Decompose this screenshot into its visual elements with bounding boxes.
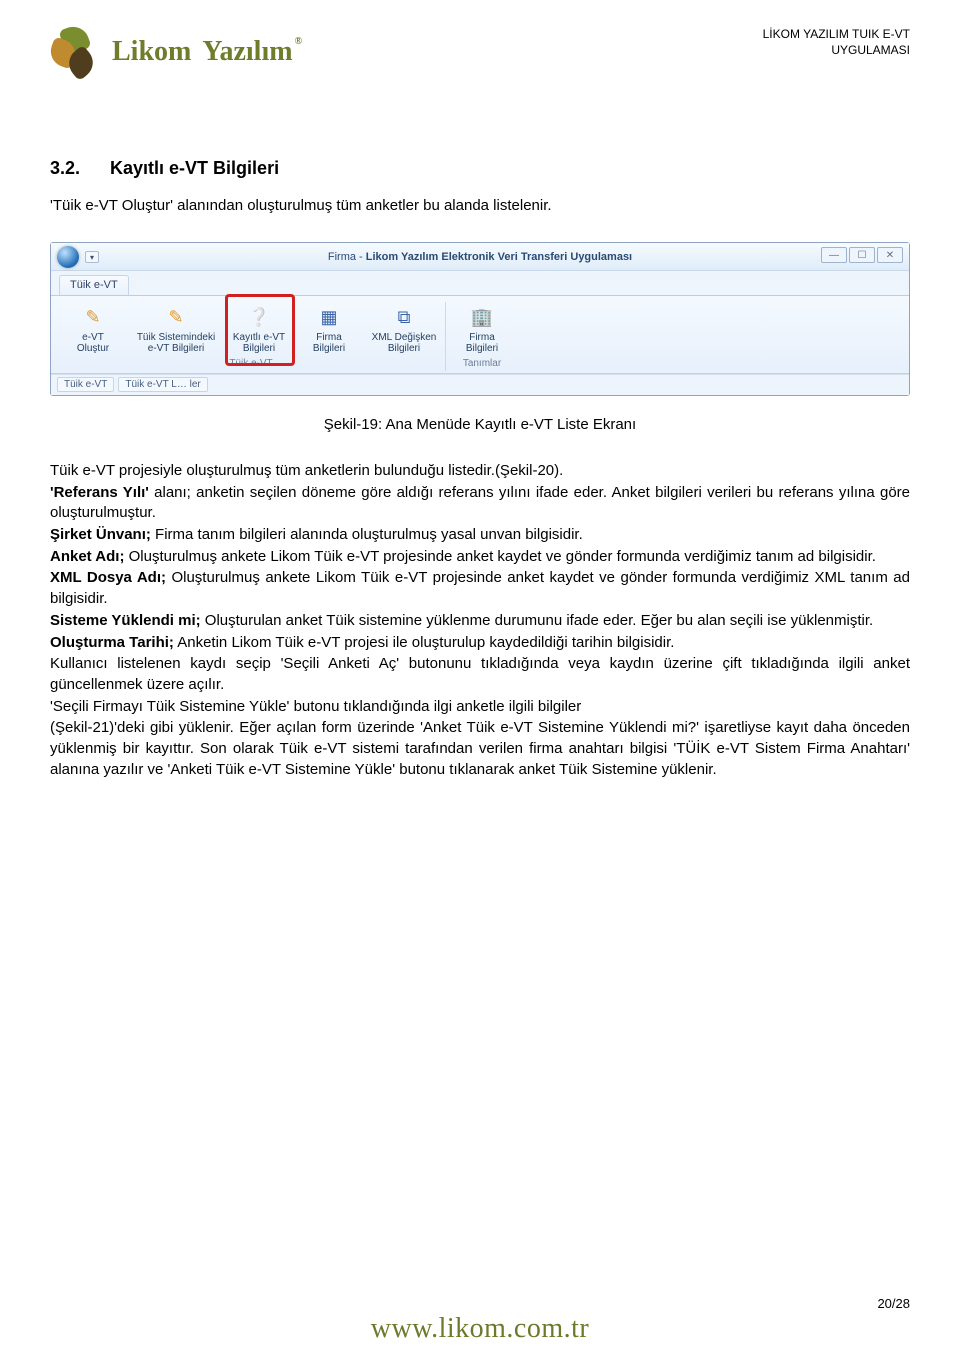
body-p6: Sisteme Yüklendi mi; Oluşturulan anket T… <box>50 611 910 632</box>
window-title-bold: Likom Yazılım Elektronik Veri Transferi … <box>366 251 632 263</box>
body-p3: Şirket Ünvanı; Firma tanım bilgileri ala… <box>50 525 910 546</box>
header-right-line1: LİKOM YAZILIM TUIK E-VT <box>763 26 910 42</box>
window-title: Firma - Likom Yazılım Elektronik Veri Tr… <box>328 251 632 263</box>
ribbon-group-tanimlar: 🏢 Firma Bilgileri Tanımlar <box>446 302 518 371</box>
page-footer: 20/28 www.likom.com.tr <box>50 1313 910 1345</box>
page-header: Likom Yazılım ® LİKOM YAZILIM TUIK E-VT … <box>50 26 910 78</box>
footer-url: www.likom.com.tr <box>371 1313 590 1345</box>
page-number: 20/28 <box>877 1296 910 1311</box>
ribbon-tab-tuik-evt[interactable]: Tüik e-VT <box>59 275 129 295</box>
ribbon-btn-firma-bilgileri-tanimlar[interactable]: 🏢 Firma Bilgileri <box>452 302 512 354</box>
app-window-figure: ▾ Firma - Likom Yazılım Elektronik Veri … <box>50 242 910 396</box>
brand-sub: Yazılım <box>202 36 292 68</box>
figure-caption: Şekil-19: Ana Menüde Kayıtlı e-VT Liste … <box>50 416 910 433</box>
body-p1: Tüik e-VT projesiyle oluşturulmuş tüm an… <box>50 461 910 482</box>
ribbon-group-label: Tüik e-VT <box>63 356 439 369</box>
body-p9: 'Seçili Firmayı Tüik Sistemine Yükle' bu… <box>50 697 910 718</box>
section-title: Kayıtlı e-VT Bilgileri <box>110 158 279 179</box>
app-orb-icon[interactable] <box>57 246 79 268</box>
page-question-icon: ❔ <box>244 304 274 330</box>
logo-mark-icon <box>50 26 102 78</box>
brand-text: Likom Yazılım ® <box>112 36 302 68</box>
body-p7: Oluşturma Tarihi; Anketin Likom Tüik e-V… <box>50 633 910 654</box>
section-number: 3.2. <box>50 158 80 179</box>
ribbon-btn-label: Firma Bilgileri <box>301 332 357 354</box>
body-p5: XML Dosya Adı; Oluşturulmuş ankete Likom… <box>50 568 910 609</box>
body-text-block: Tüik e-VT projesiyle oluşturulmuş tüm an… <box>50 461 910 780</box>
term-xml-dosya-adi: XML Dosya Adı; <box>50 569 166 586</box>
building-icon: 🏢 <box>467 304 497 330</box>
header-right-line2: UYGULAMASI <box>763 42 910 58</box>
ribbon-btn-xml-degisken[interactable]: ⧉ XML Değişken Bilgileri <box>369 302 439 354</box>
body-p8: Kullanıcı listelenen kaydı seçip 'Seçili… <box>50 654 910 695</box>
grid-icon: ▦ <box>314 304 344 330</box>
ribbon-btn-label: Kayıtlı e-VT Bilgileri <box>231 332 287 354</box>
term-sirket-unvani: Şirket Ünvanı; <box>50 526 151 543</box>
ribbon-btn-label: Tüik Sistemindeki e-VT Bilgileri <box>135 332 217 354</box>
window-title-prefix: Firma - <box>328 251 366 263</box>
registered-mark: ® <box>295 36 302 47</box>
ribbon-btn-firma-bilgileri[interactable]: ▦ Firma Bilgileri <box>299 302 359 354</box>
minimize-button[interactable]: — <box>821 247 847 263</box>
brand-main: Likom <box>112 36 191 68</box>
ribbon-btn-evt-olustur[interactable]: ✎ e-VT Oluştur <box>63 302 123 354</box>
pencil-icon: ✎ <box>78 304 108 330</box>
term-anket-adi: Anket Adı; <box>50 548 124 565</box>
code-icon: ⧉ <box>389 304 419 330</box>
ribbon-btn-label: e-VT Oluştur <box>65 332 121 354</box>
ribbon-btn-kayitli-evt[interactable]: ❔ Kayıtlı e-VT Bilgileri <box>229 302 289 354</box>
ribbon-btn-tuik-sistemindeki[interactable]: ✎ Tüik Sistemindeki e-VT Bilgileri <box>133 302 219 354</box>
ribbon-group-tuik-evt: ✎ e-VT Oluştur ✎ Tüik Sistemindeki e-VT … <box>57 302 446 371</box>
term-sisteme-yuklendi-mi: Sisteme Yüklendi mi; <box>50 612 201 629</box>
maximize-button[interactable]: ☐ <box>849 247 875 263</box>
body-p10: (Şekil-21)'deki gibi yüklenir. Eğer açıl… <box>50 718 910 780</box>
body-p2: 'Referans Yılı' alanı; anketin seçilen d… <box>50 483 910 524</box>
term-olusturma-tarihi: Oluşturma Tarihi; <box>50 634 174 651</box>
header-right-text: LİKOM YAZILIM TUIK E-VT UYGULAMASI <box>763 26 910 58</box>
ribbon-btn-label: Firma Bilgileri <box>454 332 510 354</box>
ribbon-group-label: Tanımlar <box>452 356 512 369</box>
section-intro: 'Tüik e-VT Oluştur' alanından oluşturulm… <box>50 197 910 214</box>
brand-logo: Likom Yazılım ® <box>50 26 302 78</box>
body-p4: Anket Adı; Oluşturulmuş ankete Likom Tüi… <box>50 547 910 568</box>
term-referans-yili: 'Referans Yılı' <box>50 484 149 501</box>
section-heading: 3.2. Kayıtlı e-VT Bilgileri <box>50 158 910 179</box>
quick-access-dropdown-icon[interactable]: ▾ <box>85 251 99 263</box>
status-tab-mid[interactable]: Tüik e-VT L… ler <box>118 377 207 392</box>
close-button[interactable]: ✕ <box>877 247 903 263</box>
window-titlebar: ▾ Firma - Likom Yazılım Elektronik Veri … <box>51 243 909 271</box>
status-tab-left[interactable]: Tüik e-VT <box>57 377 114 392</box>
ribbon-btn-label: XML Değişken Bilgileri <box>371 332 437 354</box>
pencil-icon: ✎ <box>161 304 191 330</box>
